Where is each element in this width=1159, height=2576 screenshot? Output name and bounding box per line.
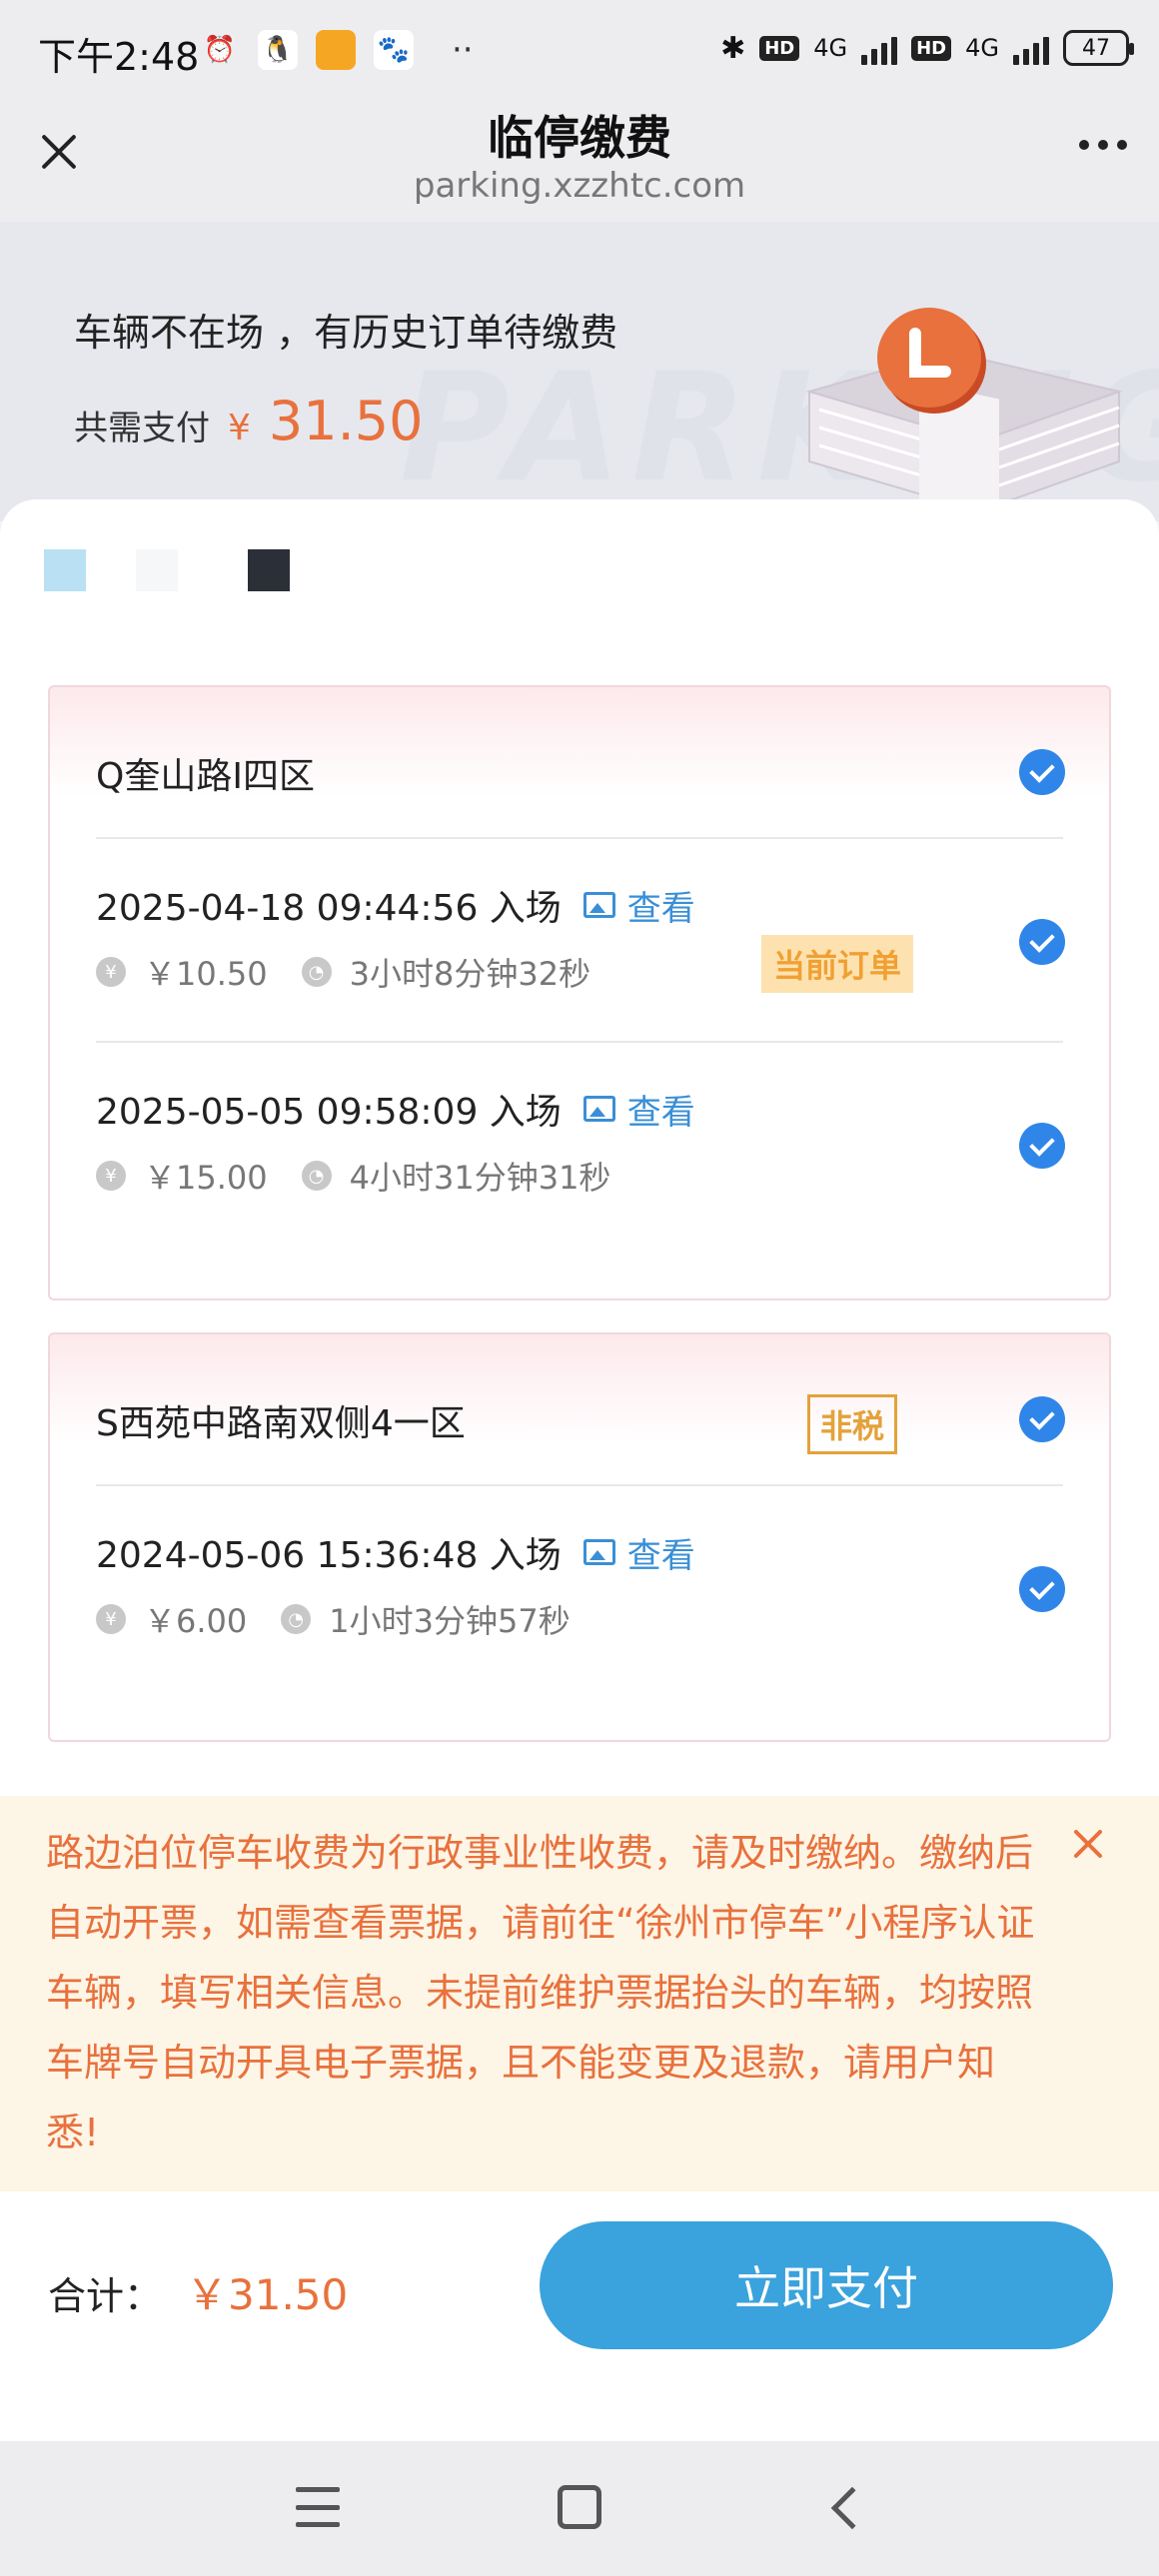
title-bar: 临停缴费 parking.xzzhtc.com: [0, 100, 1159, 222]
lot-header: Q奎山路I四区: [50, 687, 1109, 837]
notice-text: 路边泊位停车收费为行政事业性收费，请及时缴纳。缴纳后自动开票，如需查看票据，请前…: [46, 1831, 1035, 2154]
status-time: 下午2:48: [38, 35, 200, 79]
order-check-icon[interactable]: [1019, 1123, 1065, 1169]
view-photo-link[interactable]: 查看: [582, 1085, 695, 1134]
battery-icon: 47: [1063, 30, 1134, 66]
non-tax-tag: 非税: [807, 1394, 898, 1454]
order-item: 2024-05-06 15:36:48 入场 查看 ¥ ￥6.00 ◔ 1小时3…: [50, 1486, 1109, 1690]
plate-color-swatches: [44, 549, 290, 591]
summary-banner: PARKING 车辆不在场 ，有历史订单待缴费 共需支付 ¥ 31.50: [0, 222, 1159, 521]
network-label-2: 4G: [965, 34, 999, 62]
more-notifications-icon: ··: [452, 30, 474, 70]
status-system-icons: ✱ HD 4G HD 4G 47: [720, 30, 1134, 66]
sum-label: 合计：: [48, 2274, 163, 2318]
status-bar: 下午2:48 ⏰ 🐧 🐾 ·· ✱ HD 4G HD 4G 47: [0, 0, 1159, 100]
order-amount: ￥6.00: [144, 1602, 248, 1640]
network-label-1: 4G: [813, 34, 848, 62]
clock-icon: ◔: [301, 957, 332, 987]
notes-app-icon: [316, 30, 356, 70]
yuan-icon: ¥: [96, 1161, 126, 1191]
order-item: 2025-05-05 09:58:09 入场 查看 ¥ ￥15.00 ◔ 4小时…: [50, 1043, 1109, 1247]
order-item: 2025-04-18 09:44:56 入场 查看 当前订单 ¥ ￥10.50 …: [50, 839, 1109, 1043]
view-photo-label: 查看: [626, 1092, 695, 1133]
order-duration: 4小时31分钟31秒: [349, 1159, 611, 1197]
order-duration: 1小时3分钟57秒: [329, 1602, 571, 1640]
lot-check-icon[interactable]: [1019, 1396, 1065, 1442]
current-order-tag: 当前订单: [761, 935, 914, 993]
total-due: 共需支付 ¥ 31.50: [74, 390, 424, 452]
order-entry-time: 2025-05-05 09:58:09 入场: [96, 1092, 562, 1133]
pay-now-button[interactable]: 立即支付: [540, 2221, 1113, 2349]
order-meta: ¥ ￥10.50 ◔ 3小时8分钟32秒: [96, 949, 590, 995]
battery-level: 47: [1082, 35, 1110, 61]
notice-close-icon[interactable]: [1065, 1820, 1113, 1868]
order-entry: 2025-05-05 09:58:09 入场 查看: [96, 1083, 695, 1135]
page-url: parking.xzzhtc.com: [413, 166, 746, 206]
total-due-currency: ¥: [228, 408, 251, 448]
system-nav-bar: [0, 2441, 1159, 2576]
order-check-icon[interactable]: [1019, 1566, 1065, 1612]
yuan-icon: ¥: [96, 1604, 126, 1634]
order-entry: 2025-04-18 09:44:56 入场 查看: [96, 879, 695, 931]
order-amount: ￥15.00: [144, 1159, 268, 1197]
hd-badge-2: HD: [911, 35, 952, 61]
parking-lot-card: Q奎山路I四区 2025-04-18 09:44:56 入场 查看 当前订单 ¥…: [48, 685, 1111, 1300]
view-photo-label: 查看: [626, 1535, 695, 1576]
hd-badge-1: HD: [759, 35, 800, 61]
order-amount: ￥10.50: [144, 955, 268, 993]
order-entry-time: 2025-04-18 09:44:56 入场: [96, 888, 562, 929]
money-stack-illustration: [805, 308, 1123, 521]
order-entry-time: 2024-05-06 15:36:48 入场: [96, 1535, 562, 1576]
plate-swatch-2: [136, 549, 178, 591]
lot-name: Q奎山路I四区: [96, 756, 315, 797]
order-check-icon[interactable]: [1019, 919, 1065, 965]
more-options-icon[interactable]: [1079, 140, 1127, 150]
total-due-amount: 31.50: [268, 390, 424, 452]
bluetooth-icon: ✱: [720, 30, 746, 66]
recent-apps-icon[interactable]: [296, 2487, 340, 2527]
qq-icon: 🐧: [258, 30, 298, 70]
orders-panel: Q奎山路I四区 2025-04-18 09:44:56 入场 查看 当前订单 ¥…: [0, 499, 1159, 1798]
signal-icon-1: [861, 31, 898, 65]
image-icon: [582, 892, 615, 918]
sum-amount: ￥31.50: [186, 2270, 349, 2319]
back-icon[interactable]: [830, 2486, 874, 2530]
signal-icon-2: [1013, 31, 1049, 65]
payment-footer: 合计： ￥31.50 立即支付: [0, 2191, 1159, 2441]
total-due-label: 共需支付: [74, 409, 210, 448]
plate-swatch-3: [248, 549, 290, 591]
lot-check-icon[interactable]: [1019, 749, 1065, 795]
plate-swatch-1: [44, 549, 86, 591]
clock-icon: ◔: [301, 1161, 332, 1191]
page-title: 临停缴费: [488, 111, 671, 165]
status-notification-icons: ⏰ 🐧 🐾 ··: [200, 30, 474, 70]
baidu-icon: 🐾: [374, 30, 414, 70]
home-icon[interactable]: [558, 2485, 601, 2529]
order-entry: 2024-05-06 15:36:48 入场 查看: [96, 1526, 695, 1578]
clock-icon: ◔: [281, 1604, 312, 1634]
order-meta: ¥ ￥15.00 ◔ 4小时31分钟31秒: [96, 1153, 610, 1199]
yuan-icon: ¥: [96, 957, 126, 987]
view-photo-link[interactable]: 查看: [582, 881, 695, 930]
vehicle-status-text: 车辆不在场 ，有历史订单待缴费: [74, 311, 618, 355]
parking-lot-card: S西苑中路南双侧4一区 非税 2024-05-06 15:36:48 入场 查看…: [48, 1332, 1111, 1742]
lot-name: S西苑中路南双侧4一区: [96, 1403, 466, 1444]
image-icon: [582, 1539, 615, 1565]
alarm-icon: ⏰: [203, 35, 237, 65]
view-photo-label: 查看: [626, 888, 695, 929]
view-photo-link[interactable]: 查看: [582, 1528, 695, 1577]
lot-header: S西苑中路南双侧4一区 非税: [50, 1334, 1109, 1484]
order-meta: ¥ ￥6.00 ◔ 1小时3分钟57秒: [96, 1596, 571, 1642]
image-icon: [582, 1096, 615, 1122]
order-duration: 3小时8分钟32秒: [349, 955, 591, 993]
payment-notice: 路边泊位停车收费为行政事业性收费，请及时缴纳。缴纳后自动开票，如需查看票据，请前…: [0, 1796, 1159, 2191]
